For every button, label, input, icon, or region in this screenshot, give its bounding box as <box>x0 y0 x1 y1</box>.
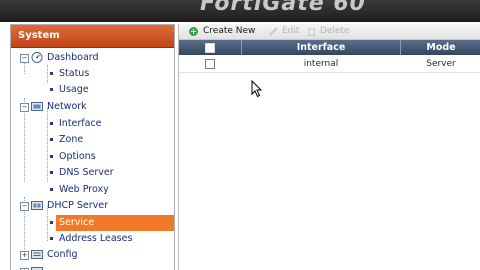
delete-label: Delete <box>320 26 350 36</box>
edit-label: Edit <box>282 26 300 36</box>
top-banner: FortiGate 60 <box>0 0 480 22</box>
tree-item-interface[interactable]: Interface <box>11 116 174 132</box>
cell-interface: internal <box>303 59 339 69</box>
tree-item-label: Interface <box>59 118 102 129</box>
network-folder-icon <box>31 102 43 111</box>
main-panel: + Create New Edit Delete Interface Mode … <box>178 24 480 270</box>
tree-item-partial[interactable]: + <box>11 264 174 270</box>
table-row[interactable]: internal Server <box>179 56 480 73</box>
cell-mode: Server <box>426 59 456 69</box>
select-all-checkbox[interactable] <box>205 43 215 53</box>
sidebar: System − Dashboard Status Usage − Networ… <box>10 24 175 270</box>
bullet-icon <box>50 237 53 240</box>
bullet-icon <box>50 88 53 91</box>
tree-item-label: Web Proxy <box>59 184 109 195</box>
folder-icon <box>31 267 43 270</box>
tree-item-label: Dashboard <box>47 52 99 63</box>
tree-item-address-leases[interactable]: Address Leases <box>11 231 174 247</box>
tree-item-label: Config <box>47 249 78 260</box>
config-folder-icon <box>31 250 43 259</box>
tree-item-config[interactable]: + Config <box>11 247 174 263</box>
bullet-icon <box>50 188 53 191</box>
expand-toggle-icon[interactable]: + <box>20 251 29 260</box>
tree-item-label: Usage <box>59 84 89 95</box>
collapse-toggle-icon[interactable]: − <box>20 103 29 112</box>
tree-item-label: Address Leases <box>59 233 133 244</box>
collapse-toggle-icon[interactable]: − <box>20 202 29 211</box>
tree-item-web-proxy[interactable]: Web Proxy <box>11 182 174 198</box>
dashboard-icon <box>31 52 43 63</box>
bullet-icon <box>50 155 53 158</box>
tree-item-status[interactable]: Status <box>11 66 174 82</box>
create-new-label: Create New <box>203 26 256 36</box>
tree-item-usage[interactable]: Usage <box>11 82 174 98</box>
bullet-icon <box>50 171 53 174</box>
select-all-column <box>179 40 242 55</box>
delete-icon <box>308 28 315 36</box>
tree-item-dashboard[interactable]: − Dashboard <box>11 50 174 66</box>
product-logo: FortiGate 60 <box>200 0 366 16</box>
tree-item-label: DNS Server <box>59 167 114 178</box>
tree-item-network[interactable]: − Network <box>11 99 174 115</box>
bullet-icon <box>50 72 53 75</box>
tree-item-zone[interactable]: Zone <box>11 132 174 148</box>
sidebar-title[interactable]: System <box>11 25 174 48</box>
tree-item-options[interactable]: Options <box>11 149 174 165</box>
tree-item-label: DHCP Server <box>47 200 108 211</box>
grid-header: Interface Mode <box>179 40 480 55</box>
bullet-icon <box>50 138 53 141</box>
toolbar: + Create New Edit Delete <box>179 24 480 40</box>
tree-item-dns-server[interactable]: DNS Server <box>11 165 174 181</box>
plus-icon: + <box>189 27 198 36</box>
collapse-toggle-icon[interactable]: − <box>20 54 29 63</box>
column-header-interface[interactable]: Interface <box>242 40 401 55</box>
pencil-icon <box>269 27 278 36</box>
row-checkbox[interactable] <box>205 59 215 69</box>
tree-item-label: Options <box>59 151 96 162</box>
dhcp-folder-icon <box>31 201 43 210</box>
tree-item-dhcp-server[interactable]: − DHCP Server <box>11 198 174 214</box>
app-window: FortiGate 60 System − Dashboard Status U… <box>0 0 480 270</box>
tree-item-label: Zone <box>59 134 84 145</box>
mouse-cursor-icon <box>251 80 263 98</box>
tree-item-label: Network <box>47 101 87 112</box>
bullet-icon <box>50 221 53 224</box>
column-header-mode[interactable]: Mode <box>401 40 480 55</box>
tree-item-service[interactable]: Service <box>11 215 174 231</box>
bullet-icon <box>50 122 53 125</box>
tree-item-label: Status <box>59 68 90 79</box>
tree-item-label: Service <box>57 215 98 231</box>
